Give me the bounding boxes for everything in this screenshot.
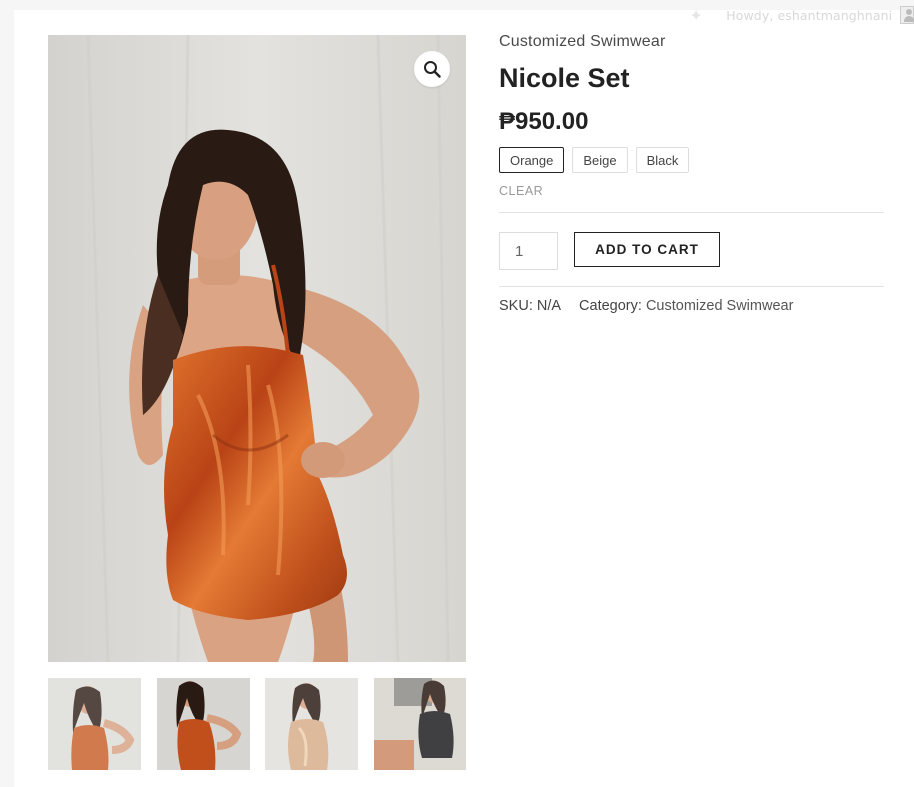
thumbnail-beige[interactable] — [265, 678, 358, 770]
thumbnail-image — [374, 678, 466, 770]
sku-label: SKU: — [499, 298, 533, 314]
category: Category: Customized Swimwear — [579, 298, 793, 314]
sparkle-icon[interactable]: ✦ — [688, 4, 704, 26]
thumbnail-image — [48, 678, 141, 770]
category-heading: Customized Swimwear — [499, 33, 666, 50]
thumbnail-strip — [48, 678, 466, 770]
clear-variations-link[interactable]: CLEAR — [499, 184, 543, 198]
main-product-image[interactable] — [48, 35, 466, 662]
swatch-orange[interactable]: Orange — [499, 147, 565, 173]
category-label: Category: — [579, 298, 642, 314]
sku: SKU: N/A — [499, 298, 561, 314]
thumbnail-image — [265, 678, 358, 770]
product-price: ₱950.00 — [499, 108, 589, 135]
admin-bar: ✦ Howdy, eshantmanghnani — [688, 3, 914, 27]
thumbnail-orange-front[interactable] — [48, 678, 141, 770]
thumbnail-black[interactable] — [374, 678, 466, 770]
admin-greeting[interactable]: Howdy, eshantmanghnani — [726, 8, 892, 23]
magnifier-icon — [424, 61, 441, 78]
add-to-cart-button[interactable]: ADD TO CART — [574, 232, 720, 267]
category-link[interactable]: Customized Swimwear — [646, 298, 793, 314]
sku-value: N/A — [536, 298, 562, 314]
quantity-input[interactable]: 1 — [499, 232, 558, 270]
thumbnail-orange-pose[interactable] — [157, 678, 250, 770]
divider — [499, 212, 884, 213]
product-meta: SKU: N/A Category: Customized Swimwear — [499, 298, 793, 314]
zoom-button[interactable] — [414, 51, 450, 87]
avatar-icon[interactable] — [900, 6, 914, 24]
variation-swatches: Orange Beige Black — [499, 147, 690, 173]
product-title: Nicole Set — [499, 63, 630, 93]
model-illustration — [48, 35, 466, 662]
divider — [499, 286, 884, 287]
swatch-beige[interactable]: Beige — [572, 147, 628, 173]
swatch-black[interactable]: Black — [635, 147, 690, 173]
thumbnail-image — [157, 678, 250, 770]
